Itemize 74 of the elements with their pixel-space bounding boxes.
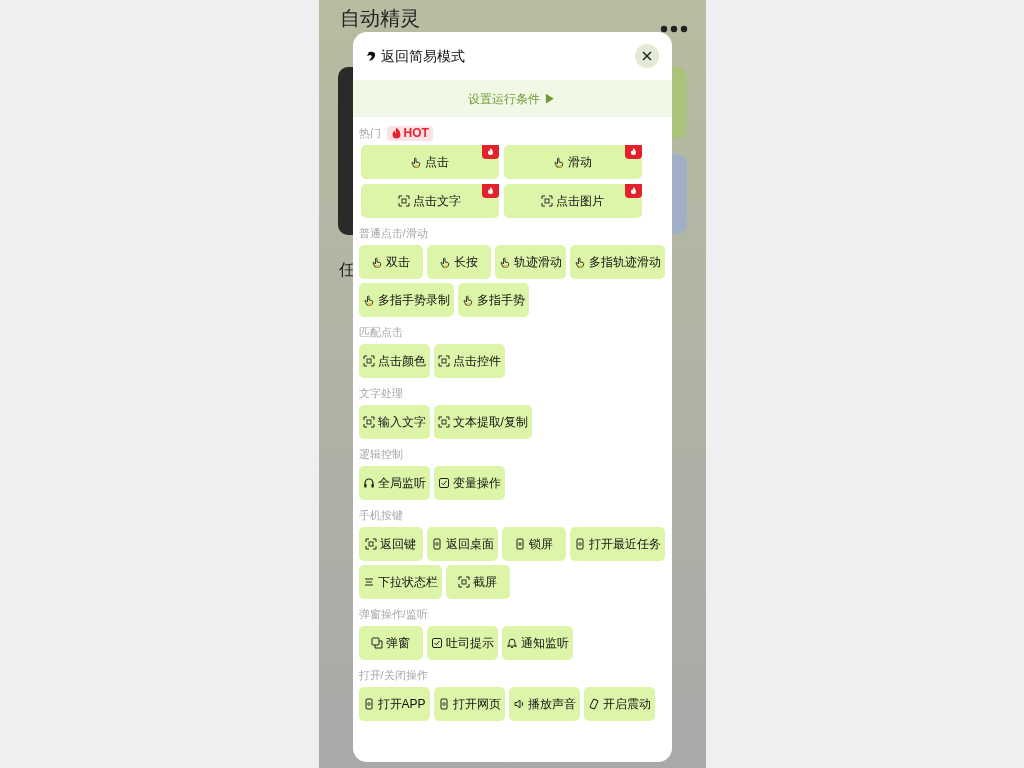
- action-button[interactable]: 通知监听: [501, 626, 573, 660]
- hand-icon: [498, 256, 511, 268]
- close-icon: [641, 51, 652, 61]
- back-icon[interactable]: [365, 50, 378, 62]
- hand-icon: [362, 294, 375, 306]
- frame-icon: [362, 416, 375, 428]
- frame-icon: [437, 355, 450, 367]
- action-button[interactable]: 多指手势: [457, 283, 529, 317]
- windows-icon: [371, 637, 383, 649]
- hand-icon: [371, 256, 383, 268]
- frame-icon: [398, 195, 410, 207]
- action-button[interactable]: 滑动: [503, 145, 642, 179]
- action-button[interactable]: 打开APP: [358, 687, 430, 721]
- action-button[interactable]: 双击: [358, 245, 423, 279]
- action-button[interactable]: 全局监听: [358, 466, 430, 500]
- action-button[interactable]: 截屏: [445, 565, 510, 599]
- back-link[interactable]: 返回简易模式: [380, 45, 465, 67]
- close-button[interactable]: [634, 44, 659, 68]
- action-button[interactable]: 长按: [426, 245, 491, 279]
- action-button[interactable]: 多指手势录制: [358, 283, 454, 317]
- checkbox-icon: [437, 477, 450, 489]
- more-icon[interactable]: [659, 25, 688, 33]
- action-button[interactable]: 变量操作: [433, 466, 505, 500]
- action-button[interactable]: 点击颜色: [358, 344, 430, 378]
- action-button[interactable]: 播放声音: [508, 687, 580, 721]
- section-label: 匹配点击: [358, 324, 403, 340]
- frame-icon: [365, 538, 377, 550]
- frame-icon: [437, 416, 450, 428]
- app-title: 自动精灵: [339, 6, 420, 30]
- hand-icon: [439, 256, 451, 268]
- action-button[interactable]: 点击文字: [360, 184, 499, 218]
- frame-icon: [362, 355, 375, 367]
- hot-badge: HOT: [386, 125, 433, 141]
- checkbox-icon: [430, 637, 443, 649]
- phone-icon: [430, 538, 443, 550]
- phone-icon: [514, 538, 526, 550]
- phone-icon: [362, 698, 375, 710]
- hand-icon: [553, 156, 565, 168]
- action-button[interactable]: 点击控件: [433, 344, 505, 378]
- frame-icon: [458, 576, 470, 588]
- action-button[interactable]: 锁屏: [501, 527, 566, 561]
- section-label: 普通点击/滑动: [358, 225, 428, 241]
- section-label: 手机按键: [358, 507, 403, 523]
- section-label: 文字处理: [358, 385, 403, 401]
- phone-icon: [573, 538, 586, 550]
- action-button[interactable]: 输入文字: [358, 405, 430, 439]
- headphones-icon: [362, 477, 375, 489]
- section-label: 打开/关闭操作: [358, 667, 428, 683]
- action-button[interactable]: 点击: [360, 145, 499, 179]
- lines-icon: [362, 576, 375, 588]
- hand-icon: [410, 156, 422, 168]
- action-button[interactable]: 开启震动: [583, 687, 655, 721]
- section-heading: 任: [338, 260, 355, 280]
- speaker-icon: [512, 698, 525, 710]
- hand-icon: [461, 294, 474, 306]
- hand-icon: [573, 256, 586, 268]
- section-label: 逻辑控制: [358, 446, 403, 462]
- bell-icon: [505, 637, 518, 649]
- section-label: 弹窗操作/监听: [358, 606, 428, 622]
- action-button[interactable]: 弹窗: [358, 626, 423, 660]
- action-button[interactable]: 多指轨迹滑动: [569, 245, 665, 279]
- action-button[interactable]: 返回桌面: [426, 527, 498, 561]
- action-button[interactable]: 打开网页: [433, 687, 505, 721]
- section-label: 热门: [358, 125, 381, 141]
- action-button[interactable]: 下拉状态栏: [358, 565, 442, 599]
- action-button[interactable]: 文本提取/复制: [433, 405, 532, 439]
- action-button[interactable]: 轨迹滑动: [494, 245, 566, 279]
- phone-icon: [437, 698, 450, 710]
- action-button[interactable]: 点击图片: [503, 184, 642, 218]
- action-button[interactable]: 吐司提示: [426, 626, 498, 660]
- action-button[interactable]: 打开最近任务: [569, 527, 665, 561]
- frame-icon: [541, 195, 553, 207]
- action-button[interactable]: 返回键: [358, 527, 423, 561]
- phone-icon: [587, 698, 600, 710]
